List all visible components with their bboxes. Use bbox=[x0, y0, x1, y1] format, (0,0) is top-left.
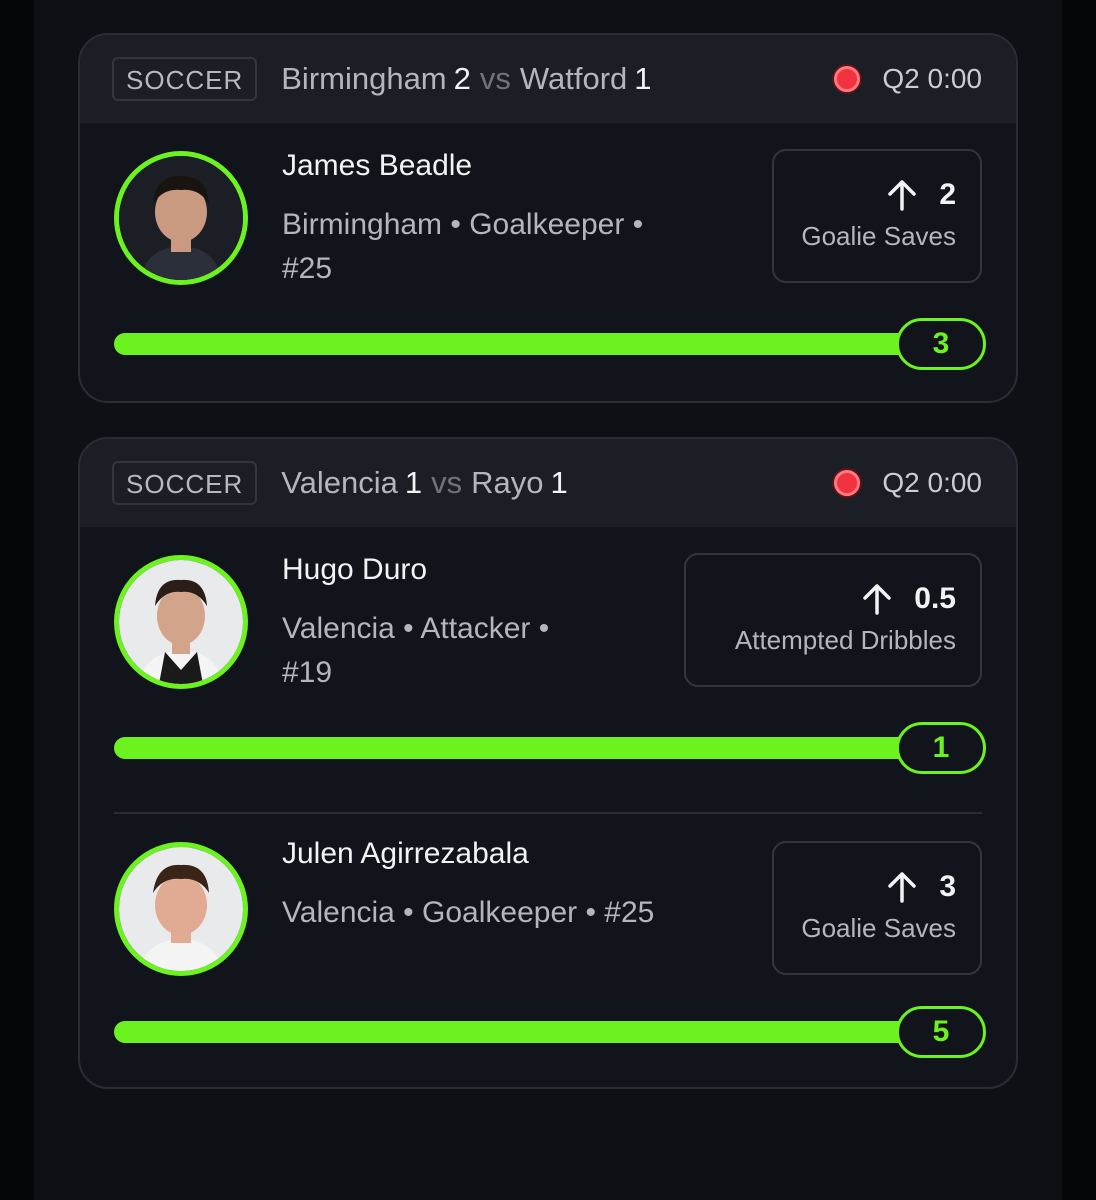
vs-label: vs bbox=[431, 465, 463, 500]
progress-bar bbox=[114, 333, 914, 355]
current-stat-badge: 5 bbox=[896, 1006, 986, 1058]
match-card[interactable]: SOCCER Valencia 1 vs Rayo 1 Q2 0:00 Hugo… bbox=[78, 437, 1018, 1089]
game-status: Q2 0:00 bbox=[834, 439, 982, 527]
sport-badge: SOCCER bbox=[112, 57, 258, 101]
player-meta: Birmingham • Goalkeeper • #25 bbox=[282, 203, 643, 291]
away-score: 1 bbox=[634, 61, 652, 96]
game-status: Q2 0:00 bbox=[834, 35, 982, 123]
player-meta-line: #25 bbox=[282, 252, 333, 285]
away-team: Rayo bbox=[471, 465, 544, 500]
current-stat-badge: 1 bbox=[896, 722, 986, 774]
arrow-up-icon bbox=[888, 872, 917, 903]
vs-label: vs bbox=[479, 61, 511, 96]
player-row[interactable]: Julen Agirrezabala Valencia • Goalkeeper… bbox=[80, 815, 1016, 1087]
stat-projection[interactable]: 3 Goalie Saves bbox=[772, 841, 982, 975]
arrow-up-icon bbox=[863, 584, 892, 615]
arrow-up-icon bbox=[888, 180, 917, 211]
match-header: SOCCER Valencia 1 vs Rayo 1 Q2 0:00 bbox=[80, 439, 1016, 527]
stat-line-value: 3 bbox=[939, 870, 956, 903]
stat-label: Attempted Dribbles bbox=[734, 625, 956, 655]
progress-bar bbox=[114, 737, 914, 759]
sport-badge: SOCCER bbox=[112, 461, 258, 505]
away-team: Watford bbox=[519, 61, 628, 96]
stat-label: Goalie Saves bbox=[801, 221, 956, 251]
stat-line-value: 0.5 bbox=[914, 582, 956, 615]
progress-fill bbox=[114, 333, 914, 355]
progress-fill bbox=[114, 737, 914, 759]
live-dot-icon bbox=[834, 66, 861, 92]
player-meta-line: Valencia • Goalkeeper • #25 bbox=[282, 896, 655, 929]
stat-line-value: 2 bbox=[939, 178, 956, 211]
live-dot-icon bbox=[834, 470, 861, 496]
player-avatar-icon bbox=[114, 842, 248, 976]
home-team: Birmingham bbox=[281, 61, 447, 96]
player-name: Julen Agirrezabala bbox=[282, 837, 529, 870]
match-card[interactable]: SOCCER Birmingham 2 vs Watford 1 Q2 0:00 bbox=[78, 33, 1018, 403]
match-header: SOCCER Birmingham 2 vs Watford 1 Q2 0:00 bbox=[80, 35, 1016, 123]
current-stat-badge: 3 bbox=[896, 318, 986, 370]
stat-label: Goalie Saves bbox=[801, 913, 956, 943]
progress-bar bbox=[114, 1021, 914, 1043]
player-name: James Beadle bbox=[282, 149, 473, 182]
player-name: Hugo Duro bbox=[282, 553, 428, 586]
game-clock: Q2 0:00 bbox=[882, 63, 982, 94]
player-avatar-icon bbox=[114, 555, 248, 689]
player-meta-line: Valencia • Attacker • bbox=[282, 612, 550, 645]
progress-fill bbox=[114, 1021, 914, 1043]
home-score: 2 bbox=[453, 61, 471, 96]
player-meta: Valencia • Goalkeeper • #25 bbox=[282, 891, 654, 935]
game-clock: Q2 0:00 bbox=[882, 467, 982, 498]
player-row[interactable]: James Beadle Birmingham • Goalkeeper • #… bbox=[80, 123, 1016, 401]
away-score: 1 bbox=[550, 465, 568, 500]
stat-projection[interactable]: 2 Goalie Saves bbox=[772, 149, 982, 283]
player-row[interactable]: Hugo Duro Valencia • Attacker • #19 0.5 … bbox=[80, 527, 1016, 807]
player-meta-line: #19 bbox=[282, 656, 333, 689]
divider bbox=[114, 812, 982, 814]
match-score: Valencia 1 vs Rayo 1 bbox=[281, 465, 568, 501]
match-score: Birmingham 2 vs Watford 1 bbox=[281, 61, 651, 97]
home-team: Valencia bbox=[281, 465, 398, 500]
player-meta: Valencia • Attacker • #19 bbox=[282, 607, 549, 695]
stat-projection[interactable]: 0.5 Attempted Dribbles bbox=[684, 553, 982, 687]
home-score: 1 bbox=[404, 465, 423, 500]
player-avatar-icon bbox=[114, 151, 248, 285]
player-meta-line: Birmingham • Goalkeeper • bbox=[282, 208, 644, 241]
app-screen: SOCCER Birmingham 2 vs Watford 1 Q2 0:00 bbox=[34, 0, 1062, 1200]
